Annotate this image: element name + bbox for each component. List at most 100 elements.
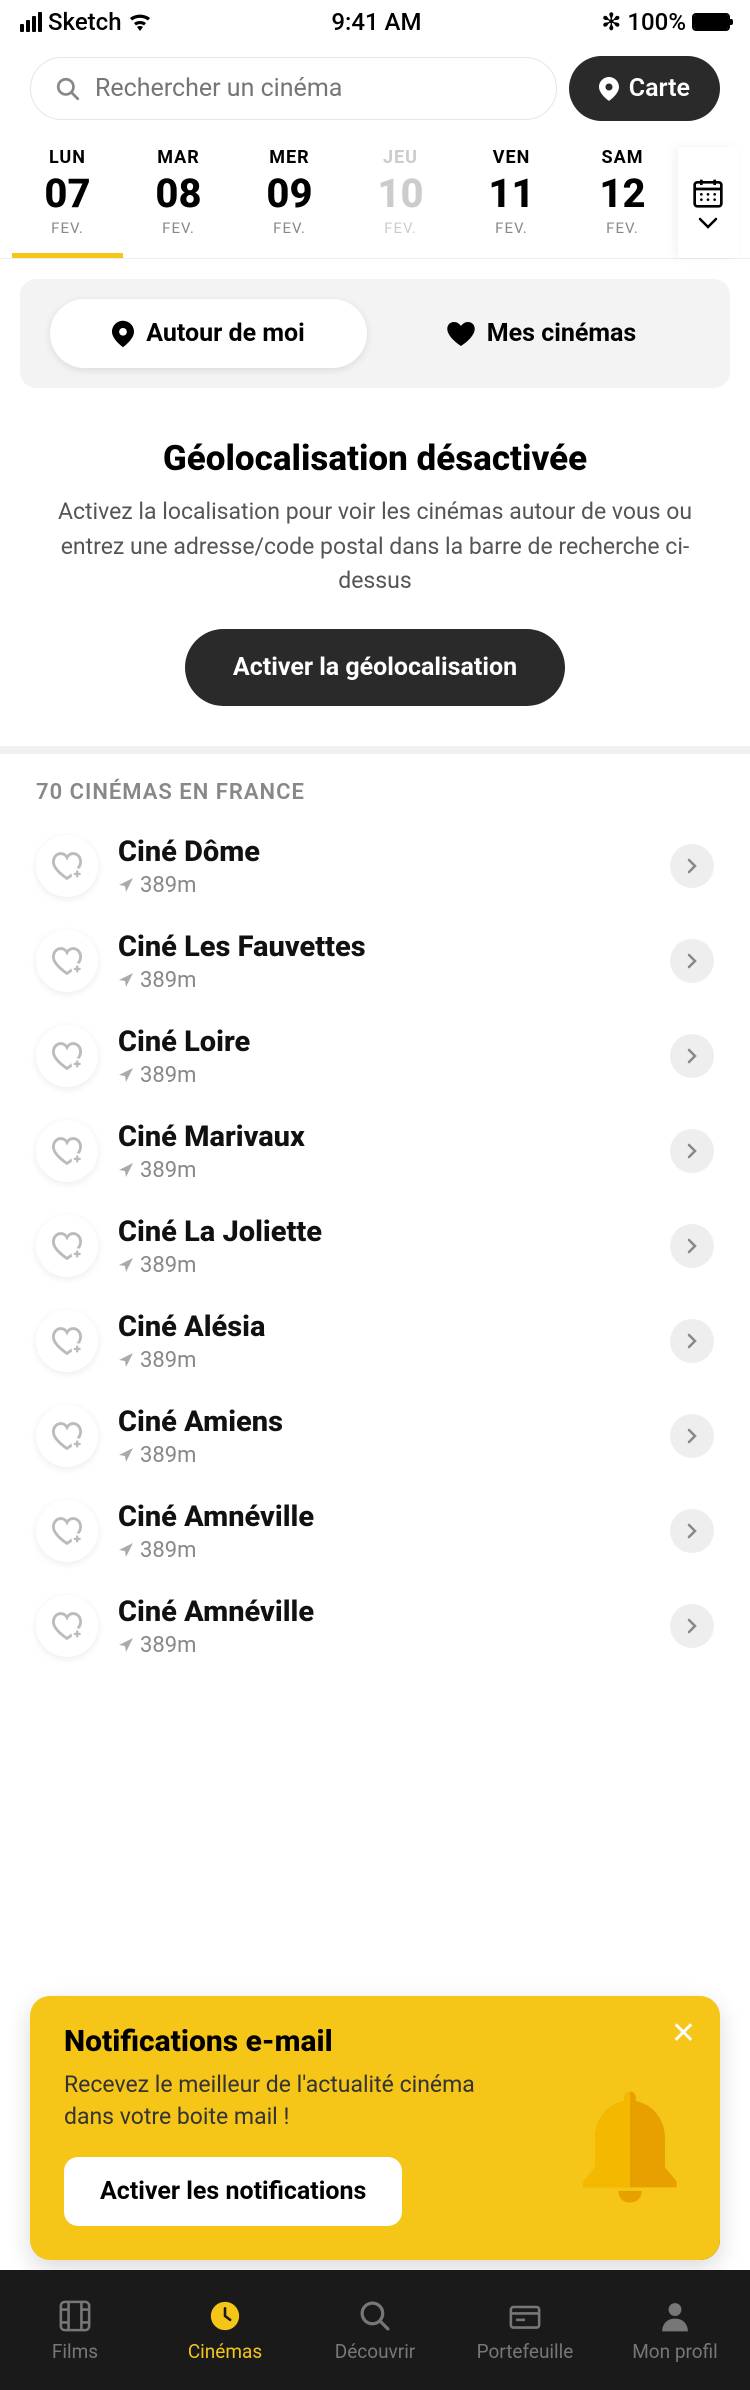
- chevron-right-button[interactable]: [670, 1224, 714, 1268]
- filter-around-me[interactable]: Autour de moi: [50, 299, 367, 368]
- cinema-distance: 389m: [118, 968, 650, 993]
- search-input[interactable]: [95, 74, 532, 103]
- heart-add-icon: [50, 1421, 84, 1451]
- location-arrow-icon: [118, 1067, 134, 1083]
- chevron-right-button[interactable]: [670, 939, 714, 983]
- location-arrow-icon: [118, 1447, 134, 1463]
- favorite-button[interactable]: [36, 835, 98, 897]
- tab-films[interactable]: Films: [0, 2270, 150, 2390]
- location-arrow-icon: [118, 1542, 134, 1558]
- battery-icon: [692, 13, 730, 31]
- location-arrow-icon: [118, 1637, 134, 1653]
- calendar-button[interactable]: [678, 147, 738, 258]
- cinema-item[interactable]: Ciné Amnéville 389m: [0, 1484, 750, 1579]
- chevron-right-icon: [687, 1048, 697, 1064]
- cinema-distance: 389m: [118, 1538, 650, 1563]
- favorite-button[interactable]: [36, 930, 98, 992]
- tab-icon: [57, 2298, 93, 2334]
- favorite-button[interactable]: [36, 1595, 98, 1657]
- heart-add-icon: [50, 1326, 84, 1356]
- date-item-4[interactable]: VEN11FEV.: [456, 147, 567, 258]
- time-label: 9:41 AM: [331, 8, 421, 36]
- cinema-item[interactable]: Ciné La Joliette 389m: [0, 1199, 750, 1294]
- tab-portefeuille[interactable]: Portefeuille: [450, 2270, 600, 2390]
- pin-icon: [112, 320, 134, 348]
- cinema-item[interactable]: Ciné Alésia 389m: [0, 1294, 750, 1389]
- favorite-button[interactable]: [36, 1215, 98, 1277]
- bluetooth-icon: ✻: [601, 8, 621, 36]
- chevron-right-button[interactable]: [670, 1509, 714, 1553]
- chevron-right-icon: [687, 858, 697, 874]
- tab-cinémas[interactable]: Cinémas: [150, 2270, 300, 2390]
- chevron-right-icon: [687, 1523, 697, 1539]
- activate-geo-button[interactable]: Activer la géolocalisation: [185, 629, 565, 706]
- tab-icon: [507, 2298, 543, 2334]
- heart-icon: [447, 322, 475, 346]
- pin-icon: [599, 77, 619, 101]
- location-arrow-icon: [118, 1257, 134, 1273]
- chevron-right-button[interactable]: [670, 1604, 714, 1648]
- tab-icon: [657, 2298, 693, 2334]
- tab-découvrir[interactable]: Découvrir: [300, 2270, 450, 2390]
- favorite-button[interactable]: [36, 1120, 98, 1182]
- cinema-distance: 389m: [118, 1348, 650, 1373]
- battery-label: 100%: [627, 8, 686, 36]
- tab-mon-profil[interactable]: Mon profil: [600, 2270, 750, 2390]
- date-item-3[interactable]: JEU10FEV.: [345, 147, 456, 258]
- chevron-right-button[interactable]: [670, 1034, 714, 1078]
- cinema-item[interactable]: Ciné Les Fauvettes 389m: [0, 914, 750, 1009]
- activate-notifications-button[interactable]: Activer les notifications: [64, 2157, 402, 2226]
- cinema-name: Ciné La Joliette: [118, 1215, 650, 1249]
- wifi-icon: [128, 13, 152, 31]
- chevron-right-button[interactable]: [670, 1319, 714, 1363]
- notification-card: ✕ Notifications e-mail Recevez le meille…: [30, 1996, 720, 2260]
- tab-icon: [207, 2298, 243, 2334]
- notif-title: Notifications e-mail: [64, 2024, 686, 2059]
- location-arrow-icon: [118, 1162, 134, 1178]
- date-item-2[interactable]: MER09FEV.: [234, 147, 345, 258]
- favorite-button[interactable]: [36, 1025, 98, 1087]
- search-input-container[interactable]: [30, 57, 557, 120]
- cinema-item[interactable]: Ciné Amiens 389m: [0, 1389, 750, 1484]
- search-icon: [55, 76, 81, 102]
- divider: [0, 746, 750, 754]
- tab-icon: [357, 2298, 393, 2334]
- date-item-5[interactable]: SAM12FEV.: [567, 147, 678, 258]
- date-item-1[interactable]: MAR08FEV.: [123, 147, 234, 258]
- cinema-item[interactable]: Ciné Loire 389m: [0, 1009, 750, 1104]
- filter-my-cinemas[interactable]: Mes cinémas: [383, 299, 700, 368]
- favorite-button[interactable]: [36, 1500, 98, 1562]
- cinema-name: Ciné Dôme: [118, 835, 650, 869]
- chevron-right-button[interactable]: [670, 844, 714, 888]
- tab-bar: FilmsCinémasDécouvrirPortefeuilleMon pro…: [0, 2270, 750, 2390]
- map-button[interactable]: Carte: [569, 56, 720, 121]
- favorite-button[interactable]: [36, 1310, 98, 1372]
- close-icon[interactable]: ✕: [671, 2016, 696, 2051]
- cinema-distance: 389m: [118, 1063, 650, 1088]
- cinema-name: Ciné Amnéville: [118, 1500, 650, 1534]
- chevron-right-icon: [687, 1238, 697, 1254]
- cinema-distance: 389m: [118, 1633, 650, 1658]
- heart-add-icon: [50, 851, 84, 881]
- chevron-right-button[interactable]: [670, 1414, 714, 1458]
- cinema-item[interactable]: Ciné Marivaux 389m: [0, 1104, 750, 1199]
- heart-add-icon: [50, 1041, 84, 1071]
- list-header: 70 CINÉMAS EN FRANCE: [0, 754, 750, 819]
- date-item-0[interactable]: LUN07FEV.: [12, 147, 123, 258]
- bell-icon: [570, 2080, 690, 2220]
- chevron-right-icon: [687, 953, 697, 969]
- heart-add-icon: [50, 1231, 84, 1261]
- chevron-right-button[interactable]: [670, 1129, 714, 1173]
- cinema-name: Ciné Amnéville: [118, 1595, 650, 1629]
- cinema-distance: 389m: [118, 1158, 650, 1183]
- cinema-name: Ciné Alésia: [118, 1310, 650, 1344]
- heart-add-icon: [50, 946, 84, 976]
- cinema-item[interactable]: Ciné Amnéville 389m: [0, 1579, 750, 1674]
- cinema-item[interactable]: Ciné Dôme 389m: [0, 819, 750, 914]
- geo-text: Activez la localisation pour voir les ci…: [40, 495, 710, 599]
- location-arrow-icon: [118, 877, 134, 893]
- cinema-distance: 389m: [118, 873, 650, 898]
- favorite-button[interactable]: [36, 1405, 98, 1467]
- geo-title: Géolocalisation désactivée: [40, 438, 710, 479]
- status-bar: Sketch 9:41 AM ✻ 100%: [0, 0, 750, 44]
